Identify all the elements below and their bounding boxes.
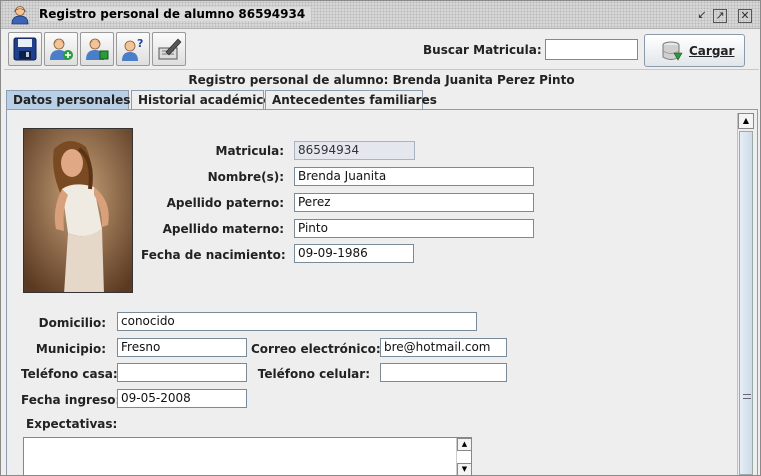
- scroll-up-icon[interactable]: ▲: [738, 113, 754, 129]
- municipio-label: Municipio:: [35, 342, 106, 356]
- nombres-field[interactable]: Brenda Juanita: [294, 167, 534, 186]
- tab-historial-academico[interactable]: Historial académico: [131, 90, 272, 110]
- telefono-casa-label: Teléfono casa:: [21, 367, 118, 381]
- tab-antecedentes-familiares[interactable]: Antecedentes familiares: [265, 90, 437, 110]
- toolbar: ? Buscar Matricula: Cargar: [4, 30, 759, 70]
- expectativas-label: Expectativas:: [26, 417, 118, 431]
- telefono-celular-field[interactable]: [380, 363, 507, 382]
- portrait-image: [24, 129, 132, 292]
- database-load-icon: [662, 41, 683, 61]
- help-student-button[interactable]: ?: [116, 32, 150, 66]
- edit-button[interactable]: [152, 32, 186, 66]
- add-student-button[interactable]: [44, 32, 78, 66]
- minimize-icon[interactable]: ↙: [695, 9, 709, 23]
- nombres-label: Nombre(s):: [207, 170, 284, 184]
- load-button-label: Cargar: [689, 44, 735, 58]
- app-window: Registro personal de alumno 86594934 ↙ ↗…: [0, 0, 761, 476]
- fecha-ingreso-field[interactable]: 09-05-2008: [117, 389, 247, 408]
- matricula-label: Matricula:: [215, 144, 284, 158]
- scroll-up-icon[interactable]: ▲: [457, 438, 472, 451]
- edit-icon: [158, 38, 182, 60]
- municipio-field[interactable]: Fresno: [117, 338, 247, 357]
- telefono-casa-field[interactable]: [117, 363, 247, 382]
- scrollbar-thumb[interactable]: [739, 131, 753, 475]
- close-icon[interactable]: ✕: [738, 9, 752, 23]
- student-icon: [11, 6, 29, 25]
- domicilio-field[interactable]: conocido: [117, 312, 477, 331]
- window-title: Registro personal de alumno 86594934: [39, 7, 312, 21]
- textarea-scrollbar[interactable]: ▲ ▼: [456, 438, 472, 475]
- maximize-icon[interactable]: ↗: [713, 9, 727, 23]
- grip-icon: [743, 394, 751, 399]
- tab-label: Antecedentes familiares: [272, 93, 437, 107]
- apellido-paterno-field[interactable]: Perez: [294, 193, 534, 212]
- tab-label: Datos personales: [13, 93, 131, 107]
- expectativas-textarea[interactable]: [23, 437, 472, 475]
- save-button[interactable]: [8, 32, 42, 66]
- title-bar: Registro personal de alumno 86594934 ↙ ↗…: [1, 1, 760, 29]
- tab-label: Historial académico: [138, 93, 272, 107]
- scroll-down-icon[interactable]: ▼: [457, 463, 472, 475]
- domicilio-label: Domicilio:: [38, 316, 106, 330]
- fecha-nacimiento-label: Fecha de nacimiento:: [141, 248, 286, 262]
- edit-student-button[interactable]: [80, 32, 114, 66]
- load-button[interactable]: Cargar: [644, 34, 745, 67]
- user-edit-icon: [86, 38, 109, 60]
- correo-label: Correo electrónico:: [251, 342, 381, 356]
- search-input[interactable]: [545, 39, 638, 60]
- student-photo: [23, 128, 133, 293]
- apellido-materno-label: Apellido materno:: [162, 222, 284, 236]
- fecha-ingreso-label: Fecha ingreso:: [21, 393, 121, 407]
- telefono-celular-label: Teléfono celular:: [257, 367, 370, 381]
- apellido-materno-field[interactable]: Pinto: [294, 219, 534, 238]
- record-title: Registro personal de alumno: Brenda Juan…: [188, 73, 575, 87]
- correo-field[interactable]: bre@hotmail.com: [380, 338, 507, 357]
- fecha-nacimiento-field[interactable]: 09-09-1986: [294, 244, 414, 263]
- tab-datos-personales[interactable]: Datos personales: [6, 90, 131, 111]
- svg-text:?: ?: [137, 37, 143, 50]
- matricula-field: 86594934: [294, 141, 415, 160]
- apellido-paterno-label: Apellido paterno:: [166, 196, 284, 210]
- user-help-icon: ?: [122, 37, 143, 61]
- save-icon: [13, 37, 37, 61]
- search-label: Buscar Matricula:: [423, 43, 542, 57]
- vertical-scrollbar[interactable]: ▲: [737, 113, 754, 475]
- user-add-icon: [50, 38, 73, 60]
